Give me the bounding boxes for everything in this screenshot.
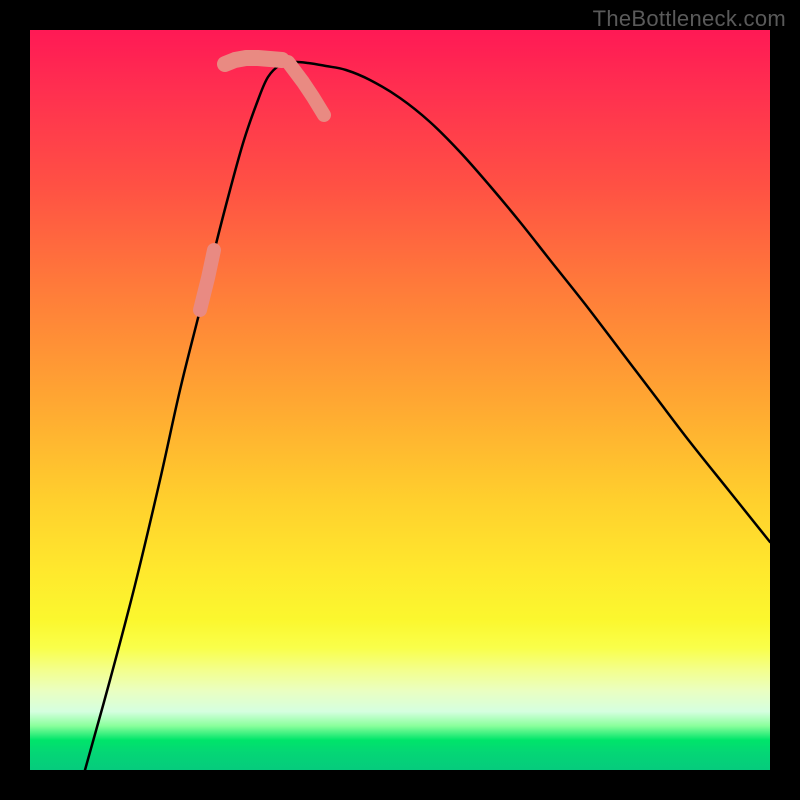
curve-layer [30, 30, 770, 770]
watermark-text: TheBottleneck.com [593, 6, 786, 32]
plot-area [30, 30, 770, 770]
right-pink-segment [288, 62, 324, 115]
bottom-pink-run [225, 58, 282, 64]
bottleneck-curve [85, 62, 770, 770]
curve-markers [200, 58, 324, 310]
chart-root: TheBottleneck.com [0, 0, 800, 800]
left-pink-segment [200, 250, 214, 310]
